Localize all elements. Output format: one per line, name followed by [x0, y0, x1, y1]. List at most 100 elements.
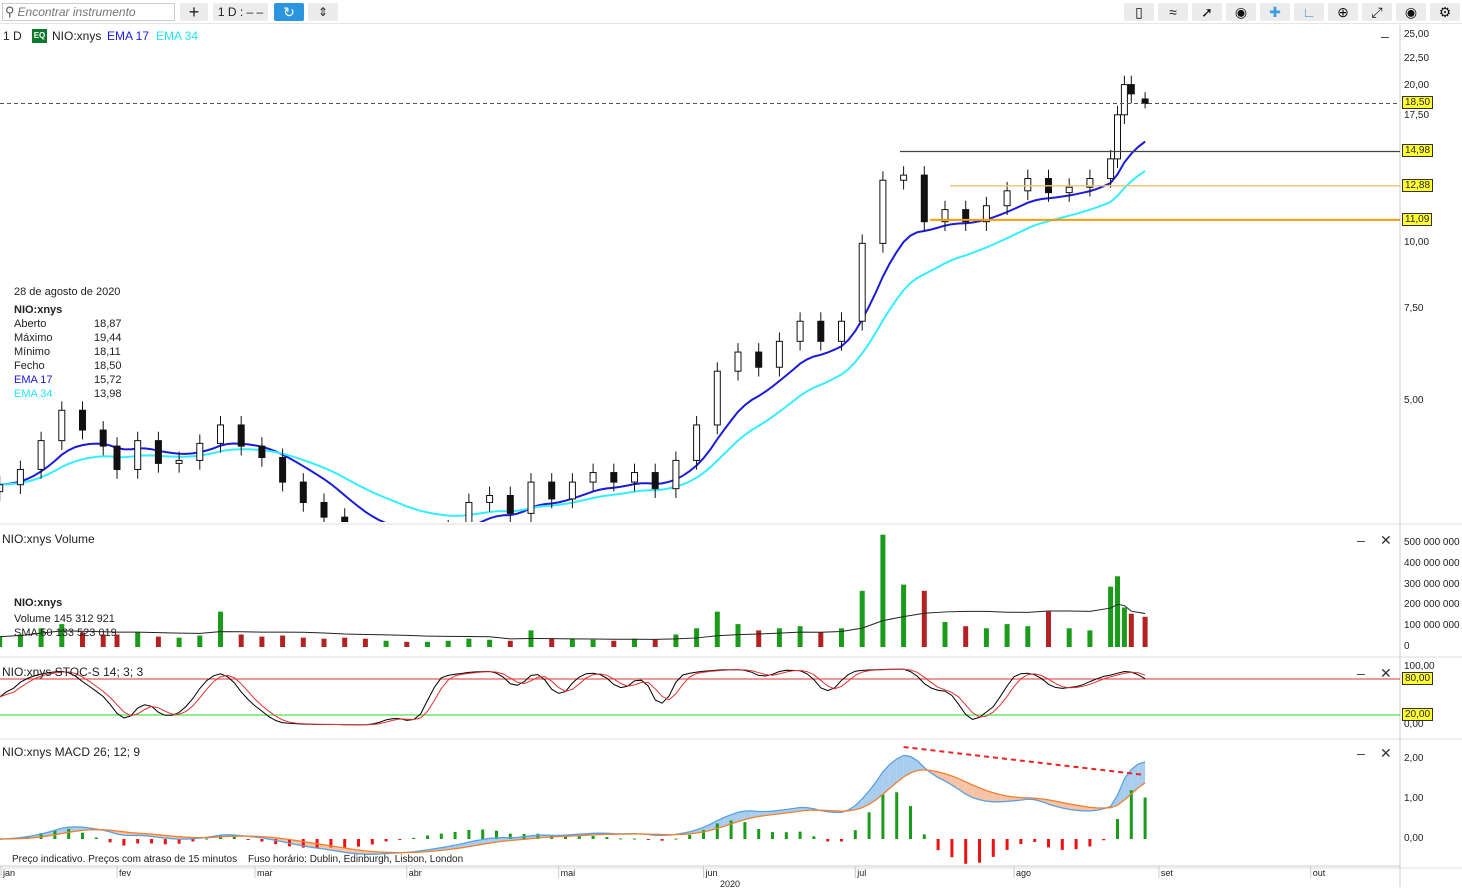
search-input[interactable] [18, 5, 168, 19]
volume-tick: 400 000 000 [1404, 558, 1460, 569]
candle [1115, 115, 1121, 159]
macd-fill [683, 832, 690, 835]
macd-fill [1049, 800, 1056, 806]
macd-fill [697, 827, 704, 833]
candle [466, 502, 472, 528]
macd-fill [586, 833, 593, 835]
macd-histogram-bar [950, 839, 953, 857]
macd-fill [897, 755, 904, 782]
draw-line-icon: ➚ [1201, 4, 1213, 21]
macd-histogram-bar [619, 838, 622, 839]
stoch-minimize-button[interactable]: – [1357, 665, 1365, 681]
macd-histogram-bar [937, 839, 940, 850]
draw-line-button[interactable]: ➚ [1192, 3, 1222, 21]
macd-histogram-bar [288, 839, 291, 846]
volume-bar [777, 628, 782, 647]
macd-fill [738, 811, 745, 822]
macd-fill [842, 810, 849, 812]
macd-histogram-bar [150, 839, 153, 843]
macd-fill [241, 836, 248, 837]
macd-fill [669, 834, 676, 835]
macd-fill [952, 776, 959, 790]
volume-bar [653, 640, 658, 647]
candle [321, 502, 327, 517]
macd-fill [821, 810, 828, 812]
macd-fill [980, 788, 987, 801]
info-value: 15,72 [94, 374, 120, 388]
macd-histogram-bar [191, 839, 194, 841]
toolbar: ⚲ + 1 D : – – ↻ ⇕ ▯≈➚◉✚∟⊕⤢◉⚙ [0, 0, 1462, 24]
signal-line [0, 770, 1145, 853]
indicators-button[interactable]: ≈ [1158, 3, 1188, 21]
zoom-button[interactable]: ⊕ [1328, 3, 1358, 21]
fullscreen-button[interactable]: ⤢ [1362, 3, 1392, 21]
macd-close-button[interactable]: ✕ [1380, 745, 1392, 762]
volume-bar [798, 626, 803, 647]
volume-minimize-button[interactable]: – [1357, 532, 1365, 548]
macd-fill [145, 834, 152, 837]
volume-bar [197, 636, 202, 647]
eye-button[interactable]: ◉ [1226, 3, 1256, 21]
macd-fill [607, 833, 614, 834]
crosshair-button[interactable]: ✚ [1260, 3, 1290, 21]
candle [176, 460, 182, 463]
add-button[interactable]: + [180, 3, 208, 21]
curve-button[interactable]: ∟ [1294, 3, 1324, 21]
macd-fill [959, 779, 966, 794]
gear-button[interactable]: ⚙ [1430, 3, 1460, 21]
macd-fill [793, 807, 800, 812]
macd-fill [759, 811, 766, 816]
macd-histogram-bar [40, 833, 43, 839]
volume-close-button[interactable]: ✕ [1380, 532, 1392, 549]
fit-button[interactable]: ⇕ [308, 3, 338, 21]
ema34-legend[interactable]: EMA 34 [156, 29, 198, 43]
month-label: mar [257, 868, 273, 878]
candles-button[interactable]: ▯ [1124, 3, 1154, 21]
volume-bar [156, 637, 161, 647]
macd-histogram-bar [771, 832, 774, 839]
macd-minimize-button[interactable]: – [1357, 745, 1365, 761]
ema17-legend[interactable]: EMA 17 [107, 29, 149, 43]
macd-fill [234, 835, 241, 836]
macd-histogram-bar [785, 832, 788, 839]
camera-button[interactable]: ◉ [1396, 3, 1426, 21]
macd-fill [835, 811, 842, 813]
macd-fill [1111, 795, 1118, 807]
macd-fill [345, 848, 352, 853]
macd-histogram-bar [688, 835, 691, 839]
volume-bar [549, 639, 554, 647]
macd-histogram-bar [385, 839, 388, 841]
candle [590, 473, 596, 483]
macd-fill [434, 848, 441, 851]
candle [1004, 191, 1010, 206]
stoch-d-line [0, 669, 1145, 725]
candle [259, 446, 265, 457]
macd-fill [917, 761, 924, 771]
month-label: abr [409, 868, 422, 878]
volume-tick: 500 000 000 [1404, 537, 1460, 548]
instrument-search[interactable]: ⚲ [2, 3, 175, 21]
macd-histogram-bar [247, 839, 250, 840]
macd-histogram-bar [702, 830, 705, 839]
interval-button[interactable]: 1 D : – – [213, 3, 268, 21]
candle [280, 457, 286, 482]
candle [300, 482, 306, 502]
candle [1142, 99, 1148, 104]
price-chart[interactable] [0, 0, 1462, 887]
stoch-close-button[interactable]: ✕ [1380, 665, 1392, 682]
minimize-button[interactable]: – [1381, 28, 1389, 44]
macd-histogram-bar [136, 839, 139, 843]
macd-fill [828, 811, 835, 813]
reset-button[interactable]: ↻ [274, 3, 304, 21]
month-label: jun [706, 868, 718, 878]
stoch-tick: 100,00 [1404, 661, 1435, 672]
volume-bar [529, 630, 534, 647]
macd-fill [807, 808, 814, 811]
candle [17, 469, 23, 484]
candle [342, 517, 348, 550]
macd-fill [124, 832, 131, 836]
macd-histogram-bar [992, 839, 995, 857]
macd-fill [1090, 807, 1097, 811]
macd-fill [911, 756, 918, 772]
macd-histogram-bar [633, 838, 636, 839]
